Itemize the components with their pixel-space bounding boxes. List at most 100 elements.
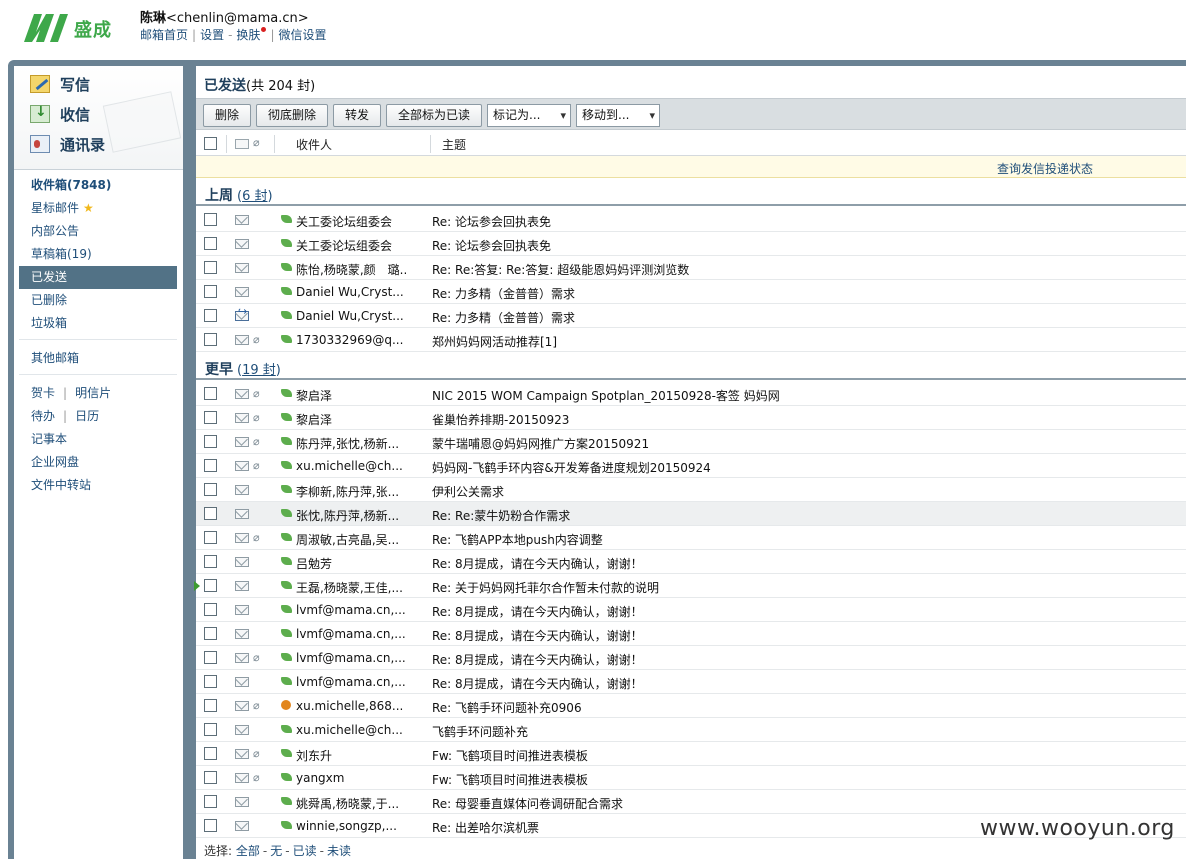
- subject[interactable]: 蒙牛瑞哺恩@妈妈网推广方案20150921: [432, 435, 1172, 452]
- row-checkbox[interactable]: [204, 675, 217, 688]
- todo-link[interactable]: 待办: [31, 409, 55, 423]
- email-row[interactable]: ⌀ xu.michelle@ch... 妈妈网-飞鹤手环内容&开发筹备进度规划201…: [196, 454, 1186, 478]
- receive-button[interactable]: 收信: [30, 102, 90, 126]
- folder-notice[interactable]: 内部公告: [19, 220, 177, 243]
- row-checkbox[interactable]: [204, 747, 217, 760]
- subject[interactable]: Re: 母婴垂直媒体问卷调研配合需求: [432, 795, 1172, 812]
- subject[interactable]: Fw: 飞鹤项目时间推进表模板: [432, 747, 1172, 764]
- transfer-link[interactable]: 文件中转站: [19, 474, 177, 497]
- email-row[interactable]: ⌀ 黎启泽 雀巢怡养排期-20150923: [196, 406, 1186, 430]
- select-none-link[interactable]: 无: [270, 844, 282, 858]
- row-checkbox[interactable]: [204, 795, 217, 808]
- contacts-button[interactable]: 通讯录: [30, 132, 105, 156]
- row-checkbox[interactable]: [204, 555, 217, 568]
- query-delivery-link[interactable]: 查询发信投递状态: [997, 160, 1093, 177]
- select-read-link[interactable]: 已读: [293, 844, 317, 858]
- row-checkbox[interactable]: [204, 333, 217, 346]
- email-row[interactable]: 关工委论坛组委会 Re: 论坛参会回执表免: [196, 232, 1186, 256]
- email-row[interactable]: 李柳新,陈丹萍,张... 伊利公关需求: [196, 478, 1186, 502]
- row-checkbox[interactable]: [204, 819, 217, 832]
- email-row[interactable]: 吕勉芳 Re: 8月提成，请在今天内确认，谢谢！: [196, 550, 1186, 574]
- email-row[interactable]: xu.michelle@ch... 飞鹤手环问题补充: [196, 718, 1186, 742]
- delete-button[interactable]: 删除: [203, 104, 251, 127]
- email-row[interactable]: ⌀ yangxm Fw: 飞鹤项目时间推进表模板: [196, 766, 1186, 790]
- email-row[interactable]: ⌀ xu.michelle,868... Re: 飞鹤手环问题补充0906: [196, 694, 1186, 718]
- email-row[interactable]: 张忱,陈丹萍,杨新... Re: Re:蒙牛奶粉合作需求: [196, 502, 1186, 526]
- subject[interactable]: 飞鹤手环问题补充: [432, 723, 1172, 740]
- folder-deleted[interactable]: 已删除: [19, 289, 177, 312]
- folder-sent[interactable]: 已发送: [19, 266, 177, 289]
- row-checkbox[interactable]: [204, 237, 217, 250]
- subject[interactable]: Re: 飞鹤手环问题补充0906: [432, 699, 1172, 716]
- email-row[interactable]: lvmf@mama.cn,... Re: 8月提成，请在今天内确认，谢谢！: [196, 670, 1186, 694]
- select-all-link[interactable]: 全部: [236, 844, 260, 858]
- subject[interactable]: Re: 关于妈妈网托菲尔合作暂未付款的说明: [432, 579, 1172, 596]
- row-checkbox[interactable]: [204, 627, 217, 640]
- email-row[interactable]: 关工委论坛组委会 Re: 论坛参会回执表免: [196, 208, 1186, 232]
- group-count[interactable]: (6 封): [237, 189, 273, 204]
- subject[interactable]: Re: Re:答复: Re:答复: 超级能恩妈妈评测浏览数: [432, 261, 1172, 278]
- notes-link[interactable]: 记事本: [19, 428, 177, 451]
- folder-inbox[interactable]: 收件箱(7848): [19, 174, 177, 197]
- select-unread-link[interactable]: 未读: [327, 844, 351, 858]
- email-row[interactable]: ⌀ lvmf@mama.cn,... Re: 8月提成，请在今天内确认，谢谢！: [196, 646, 1186, 670]
- subject[interactable]: 伊利公关需求: [432, 483, 1172, 500]
- forward-button[interactable]: 转发: [333, 104, 381, 127]
- link-skin[interactable]: 换肤: [236, 28, 260, 42]
- row-checkbox[interactable]: [204, 531, 217, 544]
- link-mail-home[interactable]: 邮箱首页: [140, 28, 188, 42]
- mark-all-read-button[interactable]: 全部标为已读: [386, 104, 482, 127]
- subject[interactable]: Re: 力多精（金普普）需求: [432, 285, 1172, 302]
- mark-as-select[interactable]: 标记为... ▾: [487, 104, 571, 127]
- email-row[interactable]: ⌀ 陈丹萍,张忱,杨新... 蒙牛瑞哺恩@妈妈网推广方案20150921: [196, 430, 1186, 454]
- row-checkbox[interactable]: [204, 309, 217, 322]
- row-checkbox[interactable]: [204, 483, 217, 496]
- link-settings[interactable]: 设置: [200, 28, 224, 42]
- email-row[interactable]: lvmf@mama.cn,... Re: 8月提成，请在今天内确认，谢谢！: [196, 622, 1186, 646]
- folder-junk[interactable]: 垃圾箱: [19, 312, 177, 335]
- subject[interactable]: 妈妈网-飞鹤手环内容&开发筹备进度规划20150924: [432, 459, 1172, 476]
- subject[interactable]: Re: 8月提成，请在今天内确认，谢谢！: [432, 675, 1172, 692]
- email-row[interactable]: Daniel Wu,Cryst... Re: 力多精（金普普）需求: [196, 280, 1186, 304]
- subject[interactable]: Re: Re:蒙牛奶粉合作需求: [432, 507, 1172, 524]
- group-count-link[interactable]: 6 封: [242, 189, 267, 204]
- email-row[interactable]: ⌀ 黎启泽 NIC 2015 WOM Campaign Spotplan_20150…: [196, 382, 1186, 406]
- row-checkbox[interactable]: [204, 411, 217, 424]
- netdisk-link[interactable]: 企业网盘: [19, 451, 177, 474]
- email-row[interactable]: Daniel Wu,Cryst... Re: 力多精（金普普）需求: [196, 304, 1186, 328]
- row-checkbox[interactable]: [204, 771, 217, 784]
- postcard-link[interactable]: 明信片: [75, 386, 111, 400]
- subject[interactable]: Re: 论坛参会回执表免: [432, 237, 1172, 254]
- link-wechat-settings[interactable]: 微信设置: [278, 28, 326, 42]
- folder-starred[interactable]: 星标邮件 ★: [19, 197, 177, 220]
- folder-drafts[interactable]: 草稿箱(19): [19, 243, 177, 266]
- calendar-link[interactable]: 日历: [75, 409, 99, 423]
- row-checkbox[interactable]: [204, 261, 217, 274]
- subject[interactable]: 雀巢怡养排期-20150923: [432, 411, 1172, 428]
- row-checkbox[interactable]: [204, 723, 217, 736]
- compose-button[interactable]: 写信: [30, 72, 90, 96]
- group-count[interactable]: (19 封): [237, 363, 281, 378]
- row-checkbox[interactable]: [204, 699, 217, 712]
- email-row[interactable]: 王磊,杨晓蒙,王佳,... Re: 关于妈妈网托菲尔合作暂未付款的说明: [194, 574, 1186, 598]
- row-checkbox[interactable]: [204, 387, 217, 400]
- card-link[interactable]: 贺卡: [31, 386, 55, 400]
- row-checkbox[interactable]: [204, 285, 217, 298]
- row-checkbox[interactable]: [204, 651, 217, 664]
- row-checkbox[interactable]: [204, 213, 217, 226]
- email-row[interactable]: ⌀ 1730332969@q... 郑州妈妈网活动推荐[1]: [196, 328, 1186, 352]
- row-checkbox[interactable]: [204, 507, 217, 520]
- row-checkbox[interactable]: [204, 579, 217, 592]
- subject-column[interactable]: 主题: [442, 136, 466, 153]
- subject[interactable]: 郑州妈妈网活动推荐[1]: [432, 333, 1172, 350]
- select-all-checkbox[interactable]: [204, 137, 217, 150]
- email-row[interactable]: ⌀ 刘东升 Fw: 飞鹤项目时间推进表模板: [196, 742, 1186, 766]
- email-row[interactable]: ⌀ 周淑敏,古亮晶,吴... Re: 飞鹤APP本地push内容调整: [196, 526, 1186, 550]
- subject[interactable]: Re: 8月提成，请在今天内确认，谢谢！: [432, 603, 1172, 620]
- subject[interactable]: Re: 8月提成，请在今天内确认，谢谢！: [432, 555, 1172, 572]
- email-row[interactable]: 姚舜禹,杨晓蒙,于... Re: 母婴垂直媒体问卷调研配合需求: [196, 790, 1186, 814]
- subject[interactable]: Re: 力多精（金普普）需求: [432, 309, 1172, 326]
- email-row[interactable]: lvmf@mama.cn,... Re: 8月提成，请在今天内确认，谢谢！: [196, 598, 1186, 622]
- row-checkbox[interactable]: [204, 603, 217, 616]
- row-checkbox[interactable]: [204, 459, 217, 472]
